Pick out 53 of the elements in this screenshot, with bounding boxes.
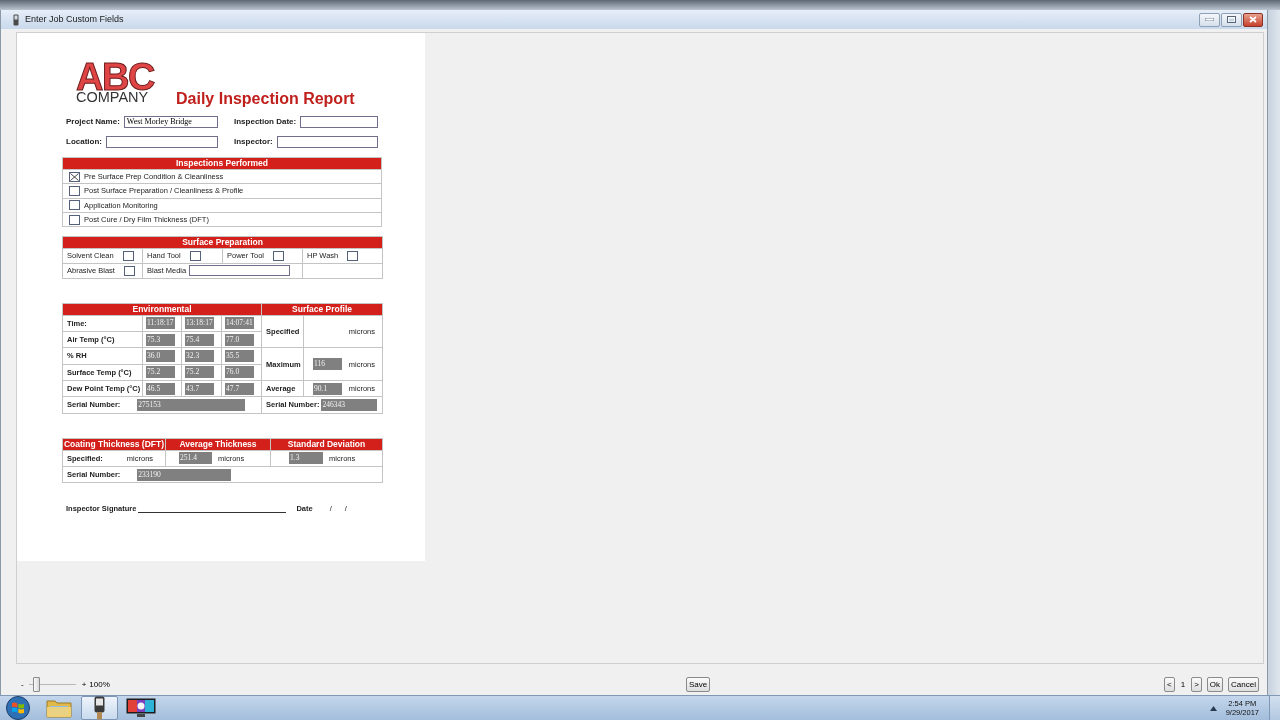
section-header: Environmental [62,303,262,316]
zoom-out-label: - [21,678,24,691]
field-label: Project Name: [66,116,120,128]
taskbar-button[interactable] [81,696,118,720]
checkbox[interactable] [69,214,80,225]
next-page-button[interactable]: > [1191,677,1202,692]
close-button[interactable] [1243,12,1263,27]
field-label: Inspector: [234,136,273,148]
close-icon [1249,16,1257,23]
checkbox[interactable] [122,251,134,262]
checkbox[interactable] [123,265,135,276]
handheld-device-icon [13,13,19,26]
input-field[interactable] [300,116,378,128]
page-number: 1 [1179,678,1187,691]
maximize-button[interactable] [1221,12,1242,27]
window-title: Enter Job Custom Fields [25,12,124,26]
report-title: Daily Inspection Report [176,91,355,107]
section-header: Surface Profile [261,303,383,316]
checkbox[interactable] [347,251,359,262]
checkbox[interactable] [69,200,80,211]
save-button[interactable]: Save [686,677,711,692]
section-header: Inspections Performed [62,157,382,170]
section-header: Surface Preparation [62,236,383,249]
zoom-in-label: + [81,678,87,691]
maximize-icon [1227,16,1236,23]
field-label: Location: [66,136,102,148]
section-header: Average Thickness [165,438,271,451]
minimize-button[interactable] [1199,12,1220,27]
logo-company-text: COMPANY [76,91,149,103]
checkbox[interactable] [189,251,201,262]
up-caret-icon[interactable] [1209,705,1217,711]
slider-thumb[interactable] [33,677,41,692]
handheld-device-icon [94,696,105,720]
checked-checkbox[interactable] [69,171,80,182]
minimize-icon [1205,18,1214,21]
folder-icon [45,698,72,718]
ok-button[interactable]: Ok [1206,677,1224,692]
input-field[interactable] [189,265,291,277]
start-orb-icon [6,696,30,720]
checkbox[interactable] [69,185,80,196]
checkbox[interactable] [272,251,284,262]
field-label: Inspection Date: [234,116,297,128]
cancel-button[interactable]: Cancel [1228,677,1259,692]
previous-page-button[interactable]: < [1164,677,1175,692]
section-header: Standard Deviation [270,438,383,451]
monitor-icon [125,698,156,718]
logo-lettering: ABC [76,62,154,92]
input-field[interactable] [276,136,378,148]
input-field[interactable] [106,136,218,148]
zoom-percent: 100% [89,678,110,691]
input-field[interactable]: West Morley Bridge [123,116,218,128]
zoom-slider[interactable] [28,677,76,692]
section-header: Coating Thickness (DFT) [62,438,166,451]
